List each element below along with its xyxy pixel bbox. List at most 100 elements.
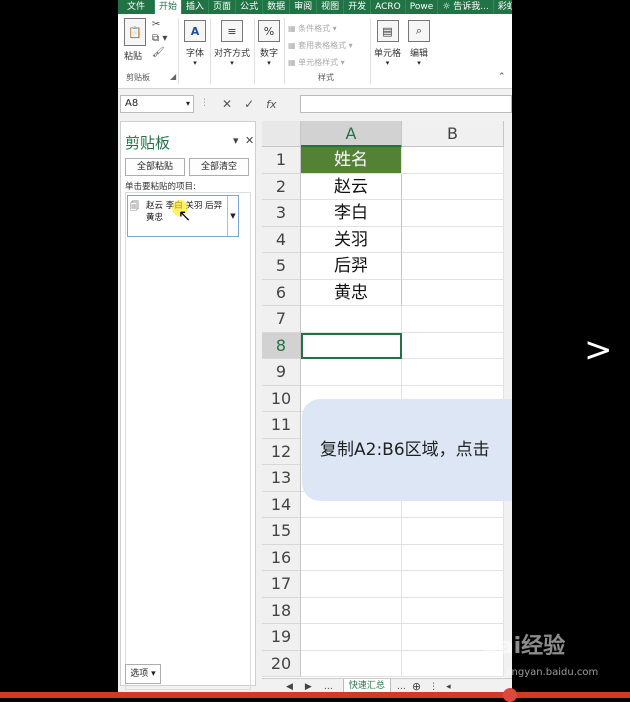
number-button[interactable]: % 数字 ▾ [258,20,280,67]
tab-home[interactable]: 开始 [155,0,183,14]
row-header[interactable]: 19 [262,624,301,651]
cell[interactable] [402,253,504,280]
cell[interactable] [402,173,504,200]
row-header[interactable]: 6 [262,279,301,306]
cut-icon[interactable]: ✂ [152,18,167,32]
format-painter-icon[interactable]: 🖌 [152,46,167,60]
scroll-left-icon[interactable]: ◀ [286,682,293,692]
cell[interactable]: 后羿 [301,253,402,280]
cell[interactable] [301,544,402,571]
row-header[interactable]: 18 [262,597,301,624]
cell[interactable] [402,226,504,253]
formula-input[interactable] [300,95,512,113]
select-all-corner[interactable] [262,121,301,147]
cell[interactable]: 关羽 [301,226,402,253]
cell[interactable]: 赵云 [301,173,402,200]
chevron-down-icon[interactable]: ▼ [227,196,238,236]
column-header-b[interactable]: B [402,121,504,147]
row-header[interactable]: 10 [262,385,301,412]
cell[interactable] [301,571,402,598]
cell[interactable] [402,306,504,333]
cell[interactable] [301,306,402,333]
row-header[interactable]: 8 [262,332,301,359]
lightbulb-icon: ☼ [442,2,451,12]
paste-button[interactable]: 📋 粘贴 [124,18,146,62]
cell[interactable] [301,597,402,624]
alignment-button[interactable]: ≡ 对齐方式 ▾ [214,20,250,67]
row-header[interactable]: 20 [262,650,301,677]
more-icon: ⋮ [429,681,439,692]
more-sheets-icon[interactable]: … [324,682,333,692]
row-header[interactable]: 1 [262,147,301,174]
cell[interactable] [402,518,504,545]
tab-review[interactable]: 审阅 [290,0,318,14]
cell[interactable]: 黄忠 [301,279,402,306]
row-header[interactable]: 5 [262,253,301,280]
conditional-format-button[interactable]: ▦ 条件格式 ▾ [288,20,353,37]
row-header[interactable]: 13 [262,465,301,492]
tab-power[interactable]: Powe [406,0,439,14]
row-header[interactable]: 4 [262,226,301,253]
row-header[interactable]: 9 [262,359,301,386]
insert-function-icon[interactable]: fx [266,98,276,111]
row-header[interactable]: 3 [262,200,301,227]
options-button[interactable]: 选项 ▾ [125,664,161,684]
clear-all-button[interactable]: 全部清空 [189,158,249,176]
clipboard-list [125,192,251,690]
cell[interactable] [402,332,504,359]
format-as-table-button[interactable]: ▦ 套用表格格式 ▾ [288,37,353,54]
tab-file[interactable]: 文件 [118,0,156,14]
chevron-down-icon: ▾ [417,59,421,67]
row-header[interactable]: 16 [262,544,301,571]
column-header-a[interactable]: A [301,121,402,147]
row-header[interactable]: 15 [262,518,301,545]
tab-data[interactable]: 数据 [263,0,291,14]
cell[interactable] [402,359,504,386]
cell[interactable] [402,279,504,306]
scroll-right-icon[interactable]: ▶ [305,682,312,692]
cells-button[interactable]: ▤ 单元格 ▾ [374,20,401,67]
copy-icon[interactable]: ⧉ ▾ [152,32,167,46]
more-sheets-icon[interactable]: … [397,682,406,692]
close-icon[interactable]: ✕ [245,134,254,147]
row-header[interactable]: 12 [262,438,301,465]
cancel-icon[interactable]: ✕ [222,97,232,111]
tab-acrobat[interactable]: ACRO [371,0,406,14]
hscroll-left-icon[interactable]: ◂ [446,682,451,692]
row-header[interactable]: 2 [262,173,301,200]
row-header[interactable]: 11 [262,412,301,439]
baidu-paw-logo: Bai经验 [482,634,566,659]
clipboard-launcher-icon[interactable]: ◢ [170,72,176,81]
cell[interactable] [301,624,402,651]
collapse-ribbon-icon[interactable]: ⌃ [498,72,506,82]
cell[interactable] [402,200,504,227]
tab-formulas[interactable]: 公式 [236,0,264,14]
pane-menu-icon[interactable]: ▾ [233,134,239,147]
name-box[interactable]: A8 ▾ [120,95,194,113]
editing-button[interactable]: ⌕ 编辑 ▾ [408,20,430,67]
tab-developer[interactable]: 开发 [344,0,372,14]
cell[interactable]: 姓名 [301,147,402,174]
chevron-right-icon[interactable]: > [584,330,613,370]
tab-page-layout[interactable]: 页面 [209,0,237,14]
tab-insert[interactable]: 插入 [182,0,210,14]
cell[interactable] [301,650,402,677]
cell[interactable] [301,359,402,386]
tab-view[interactable]: 视图 [317,0,345,14]
cell[interactable] [402,544,504,571]
row-header[interactable]: 7 [262,306,301,333]
confirm-icon[interactable]: ✓ [244,97,254,111]
row-header[interactable]: 17 [262,571,301,598]
cell[interactable] [402,597,504,624]
cell[interactable] [301,518,402,545]
cell-styles-button[interactable]: ▦ 单元格样式 ▾ [288,54,353,71]
progress-handle[interactable] [503,688,517,702]
font-button[interactable]: A 字体 ▾ [184,20,206,67]
row-header[interactable]: 14 [262,491,301,518]
cell[interactable] [402,571,504,598]
cell[interactable]: 李白 [301,200,402,227]
paste-all-button[interactable]: 全部粘贴 [125,158,185,176]
progress-bar [0,692,630,698]
tell-me-box[interactable]: ☼ 告诉我... [438,0,494,14]
cell[interactable] [402,147,504,174]
